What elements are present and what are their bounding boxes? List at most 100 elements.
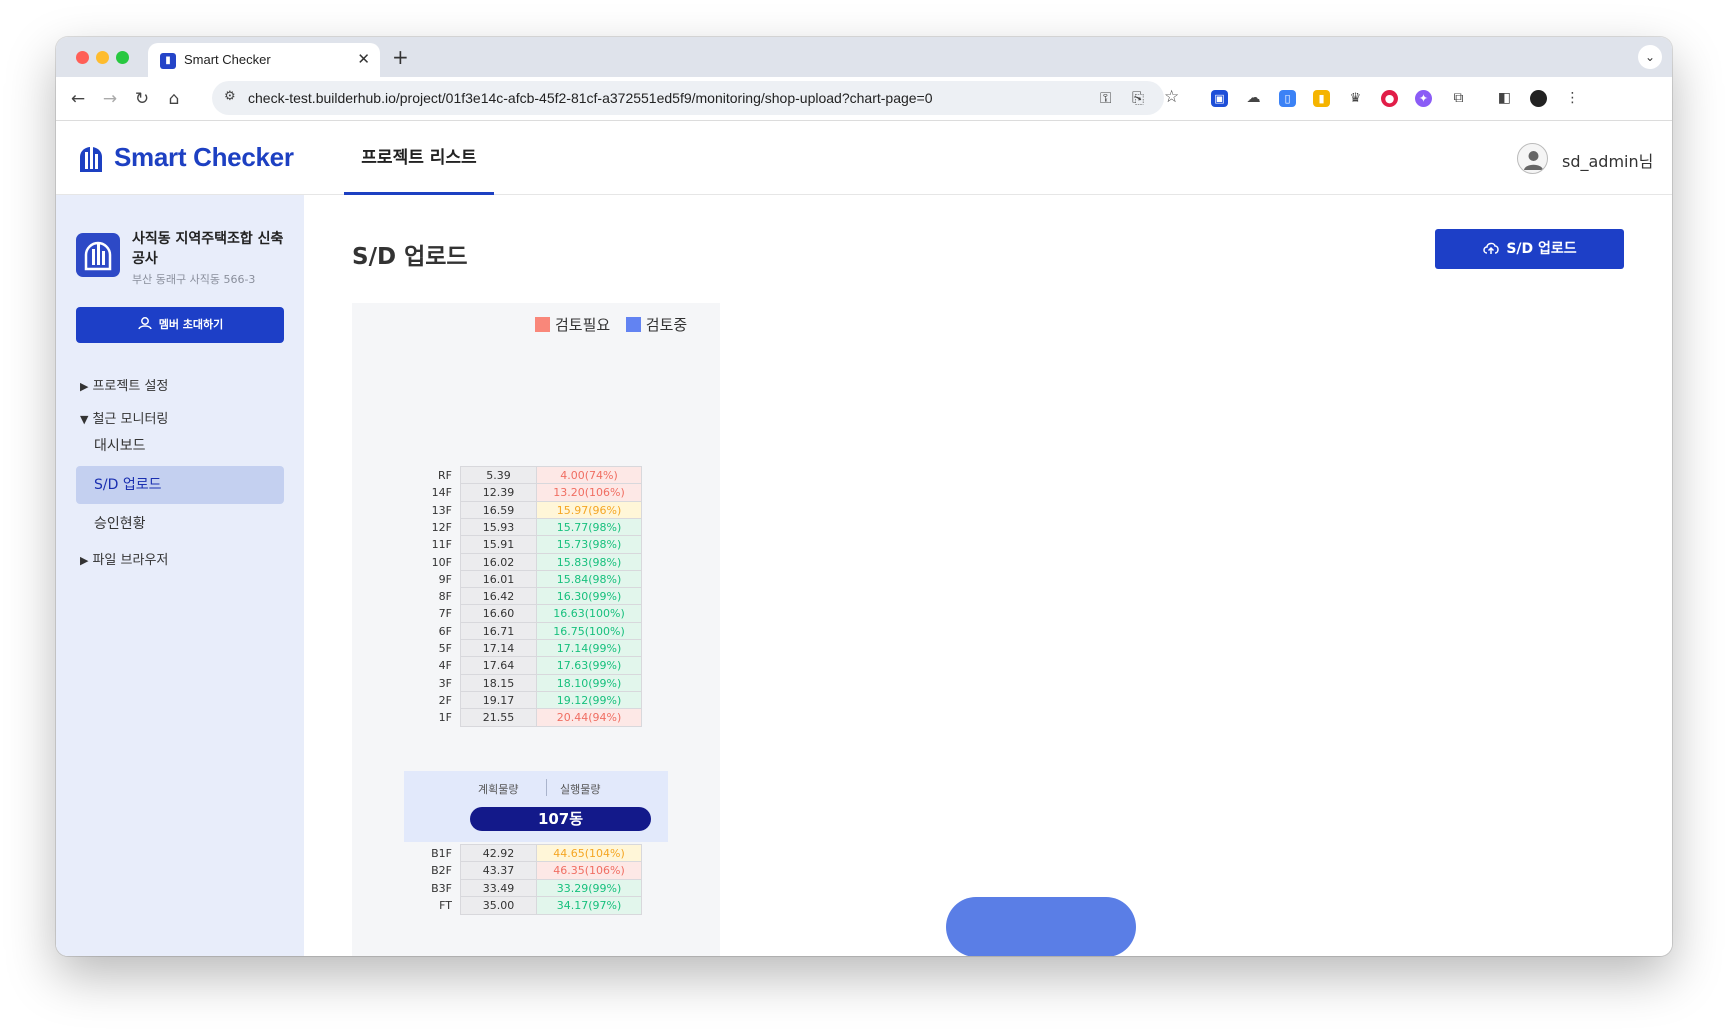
floor-label: 11F (431, 538, 452, 552)
plan-quantity-cell: 16.02 (460, 552, 537, 572)
plan-quantity-cell: 15.91 (460, 535, 537, 555)
building-chart-panel: 검토필요 검토중 RF 5.39 4.00(74%) 14F 12.39 13.20(10… (352, 303, 720, 956)
project-icon (76, 233, 120, 277)
plan-quantity-cell: 16.71 (460, 621, 537, 641)
floor-label: B3F (431, 881, 452, 895)
extension-icon[interactable]: ▣ (1211, 90, 1228, 107)
plan-quantity-cell: 15.93 (460, 517, 537, 537)
actual-quantity-cell: 20.44(94%) (537, 708, 642, 728)
extension-icon[interactable]: ● (1381, 90, 1398, 107)
plan-quantity-cell: 12.39 (460, 483, 537, 503)
logo-text[interactable]: Smart Checker (114, 142, 294, 173)
cloud-icon[interactable]: ☁ (1245, 90, 1262, 107)
password-key-icon[interactable]: ⚿ (1100, 89, 1111, 107)
browser-tab[interactable]: ▮ Smart Checker ✕ (148, 43, 380, 77)
extension-icon[interactable]: ▯ (1279, 90, 1296, 107)
plan-quantity-header: 계획물량 (478, 783, 519, 796)
actual-quantity-cell: 13.20(106%) (537, 483, 642, 503)
floor-label: 9F (438, 572, 452, 586)
floating-action-button[interactable] (946, 897, 1136, 956)
sidebar-item-rebar-monitoring[interactable]: ▼ 철근 모니터링 (80, 408, 168, 427)
extension-icon[interactable]: ♛ (1347, 90, 1364, 107)
plan-quantity-cell: 16.42 (460, 587, 537, 607)
user-avatar-icon[interactable] (1517, 143, 1548, 174)
invite-member-button[interactable]: 멤버 초대하기 (76, 307, 284, 343)
maximize-window-button[interactable] (116, 51, 129, 64)
profile-icon[interactable] (1530, 90, 1547, 107)
side-panel-icon[interactable]: ◧ (1496, 90, 1513, 107)
actual-quantity-cell: 15.73(98%) (537, 535, 642, 555)
plan-quantity-cell: 16.01 (460, 569, 537, 589)
plan-quantity-cell: 42.92 (460, 844, 537, 863)
plan-quantity-cell: 16.60 (460, 604, 537, 624)
close-tab-icon[interactable]: ✕ (357, 50, 370, 68)
floor-label: 6F (438, 624, 452, 638)
building-pill[interactable]: 107동 (470, 807, 651, 831)
actual-quantity-cell: 33.29(99%) (537, 878, 642, 898)
home-icon[interactable]: ⌂ (162, 87, 186, 111)
tab-title: Smart Checker (184, 52, 271, 67)
project-name: 사직동 지역주택조합 신축공사 (132, 231, 284, 267)
app-root: Smart Checker 프로젝트 리스트 sd_admin님 사직동 지역주… (56, 121, 1672, 956)
extension-icon[interactable]: ▮ (1313, 90, 1330, 107)
actual-quantity-cell: 16.63(100%) (537, 604, 642, 624)
upload-button-label: S/D 업로드 (1506, 241, 1577, 257)
column-divider (546, 779, 547, 796)
sd-upload-button[interactable]: S/D 업로드 (1435, 229, 1624, 269)
chart-legend: 검토필요 검토중 (535, 314, 687, 335)
floor-label: 3F (438, 676, 452, 690)
sidebar-item-approval-status[interactable]: 승인현황 (76, 505, 284, 543)
plan-quantity-cell: 17.14 (460, 639, 537, 658)
user-name[interactable]: sd_admin님 (1562, 148, 1653, 172)
reload-icon[interactable]: ↻ (130, 87, 154, 111)
actual-quantity-cell: 15.97(96%) (537, 500, 642, 520)
caret-down-icon: ▼ (80, 413, 89, 426)
tab-project-list[interactable]: 프로젝트 리스트 (344, 121, 494, 195)
browser-window: ▮ Smart Checker ✕ + ⌄ ← → ↻ ⌂ ⚙ check-te… (56, 37, 1672, 956)
bookmark-star-icon[interactable]: ☆ (1164, 87, 1179, 107)
site-settings-icon[interactable]: ⚙ (224, 89, 236, 104)
actual-quantity-cell: 17.63(99%) (537, 656, 642, 676)
plan-quantity-cell: 21.55 (460, 708, 537, 728)
extension-icon[interactable]: ✦ (1415, 90, 1432, 107)
tab-search-icon[interactable]: ⌄ (1638, 45, 1662, 69)
floor-label: B2F (431, 864, 452, 878)
close-window-button[interactable] (76, 51, 89, 64)
actual-quantity-cell: 15.84(98%) (537, 569, 642, 589)
actual-quantity-cell: 19.12(99%) (537, 690, 642, 710)
logo-icon[interactable] (78, 143, 104, 173)
floor-label: 8F (438, 590, 452, 604)
plan-quantity-cell: 5.39 (460, 466, 537, 485)
new-tab-button[interactable]: + (392, 45, 409, 69)
floor-label: FT (439, 898, 452, 912)
sidebar-item-project-settings[interactable]: ▶ 프로젝트 설정 (80, 375, 168, 394)
address-bar[interactable]: ⚙ check-test.builderhub.io/project/01f3e… (212, 81, 1179, 115)
puzzle-icon[interactable]: ⧉ (1450, 90, 1467, 107)
menu-kebab-icon[interactable]: ⋮ (1564, 90, 1581, 107)
sidebar-item-sd-upload[interactable]: S/D 업로드 (76, 466, 284, 504)
legend-label-reviewing: 검토중 (645, 316, 688, 334)
sidebar-item-label: 프로젝트 설정 (92, 379, 169, 394)
url-text[interactable]: check-test.builderhub.io/project/01f3e14… (248, 90, 933, 106)
actual-quantity-cell: 16.30(99%) (537, 587, 642, 607)
sidebar-item-dashboard[interactable]: 대시보드 (76, 427, 284, 465)
forward-icon[interactable]: → (98, 87, 122, 111)
floor-label: 5F (438, 642, 452, 655)
plan-quantity-cell: 35.00 (460, 895, 537, 915)
actual-quantity-cell: 4.00(74%) (537, 466, 642, 485)
legend-label-need-review: 검토필요 (555, 316, 611, 334)
install-app-icon[interactable]: ⎘ (1132, 89, 1144, 107)
building-summary: 계획물량 실행물량 107동 (404, 771, 668, 842)
sidebar-item-file-browser[interactable]: ▶ 파일 브라우저 (80, 549, 168, 568)
floor-label: RF (438, 469, 452, 482)
browser-toolbar: ← → ↻ ⌂ ⚙ check-test.builderhub.io/proje… (56, 77, 1672, 121)
back-icon[interactable]: ← (66, 87, 90, 111)
plan-quantity-cell: 43.37 (460, 861, 537, 881)
tab-bar: ▮ Smart Checker ✕ + ⌄ (56, 37, 1672, 77)
actual-quantity-cell: 44.65(104%) (537, 844, 642, 863)
minimize-window-button[interactable] (96, 51, 109, 64)
sidebar-item-label: 파일 브라우저 (92, 553, 169, 568)
floor-label: 2F (438, 693, 452, 707)
plan-quantity-cell: 16.59 (460, 500, 537, 520)
cloud-upload-icon (1483, 242, 1500, 254)
